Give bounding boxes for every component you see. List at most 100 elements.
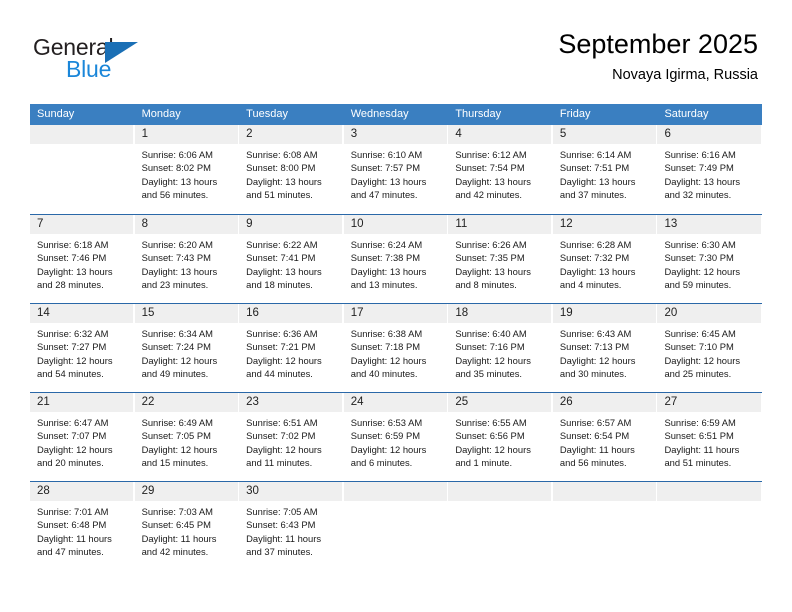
calendar-day-cell[interactable]: 8 Sunrise: 6:20 AM Sunset: 7:43 PM Daylight… [134,215,240,303]
sunset-text: Sunset: 6:56 PM [455,430,525,442]
calendar-day-cell[interactable]: 25 Sunrise: 6:55 AM Sunset: 6:56 PM Dayligh… [448,393,553,481]
calendar-day-cell[interactable]: 29 Sunrise: 7:03 AM Sunset: 6:45 PM Dayligh… [134,482,240,570]
day-details: Sunrise: 6:32 AM Sunset: 7:27 PM Daylight:… [30,323,135,380]
daylight-text-1: Daylight: 13 hours [559,265,636,277]
calendar-day-cell[interactable]: 3 Sunrise: 6:10 AM Sunset: 7:57 PM Daylight… [343,125,449,214]
sunrise-text: Sunrise: 6:14 AM [559,149,632,160]
sunrise-text: Sunrise: 6:53 AM [350,417,423,428]
calendar-day-cell[interactable]: 15 Sunrise: 6:34 AM Sunset: 7:24 PM Dayligh… [134,304,240,392]
sunrise-text: Sunrise: 6:16 AM [664,149,736,160]
calendar-day-cell[interactable]: 21 Sunrise: 6:47 AM Sunset: 7:07 PM Dayligh… [30,393,135,481]
calendar-day-cell[interactable]: 23 Sunrise: 6:51 AM Sunset: 7:02 PM Dayligh… [239,393,344,481]
calendar-day-cell[interactable]: 2 Sunrise: 6:08 AM Sunset: 8:00 PM Daylight… [239,125,344,214]
calendar-day-cell[interactable]: 5 Sunrise: 6:14 AM Sunset: 7:51 PM Daylight… [552,125,658,214]
calendar-day-cell[interactable]: 11 Sunrise: 6:26 AM Sunset: 7:35 PM Dayligh… [448,215,553,303]
calendar-week-row: 7 Sunrise: 6:18 AM Sunset: 7:46 PM Daylight… [30,214,763,303]
daylight-text-1: Daylight: 11 hours [664,443,740,455]
day-number: 12 [559,218,573,230]
day-details: Sunrise: 6:57 AM Sunset: 6:54 PM Daylight:… [553,412,658,469]
sunrise-text: Sunrise: 6:06 AM [141,149,213,160]
day-number-band: 4 [448,125,552,144]
day-number-band: 14 [30,304,134,323]
daylight-text-1: Daylight: 13 hours [559,175,636,187]
calendar-day-cell[interactable]: 4 Sunrise: 6:12 AM Sunset: 7:54 PM Daylight… [448,125,553,214]
calendar-day-cell[interactable]: 10 Sunrise: 6:24 AM Sunset: 7:38 PM Dayligh… [343,215,449,303]
day-number-band: 25 [448,393,552,412]
calendar-day-cell[interactable]: 26 Sunrise: 6:57 AM Sunset: 6:54 PM Dayligh… [552,393,658,481]
sunrise-text: Sunrise: 6:34 AM [141,328,213,339]
calendar-day-cell[interactable]: 12 Sunrise: 6:28 AM Sunset: 7:32 PM Dayligh… [552,215,658,303]
calendar-day-cell[interactable]: 6 Sunrise: 6:16 AM Sunset: 7:49 PM Daylight… [657,125,763,214]
day-details: Sunrise: 6:14 AM Sunset: 7:51 PM Daylight:… [553,144,658,201]
day-number: 22 [141,396,155,408]
sunset-text: Sunset: 7:57 PM [350,162,421,174]
day-details: Sunrise: 6:45 AM Sunset: 7:10 PM Daylight:… [657,323,762,380]
sunset-text: Sunset: 7:54 PM [455,162,525,174]
calendar-day-cell-empty [657,482,763,570]
day-number: 1 [141,128,148,140]
sunrise-text: Sunrise: 6:22 AM [246,239,318,250]
calendar-day-cell[interactable]: 19 Sunrise: 6:43 AM Sunset: 7:13 PM Dayligh… [552,304,658,392]
day-number: 20 [664,307,678,319]
day-number-band: 9 [239,215,343,234]
daylight-text-2: and 44 minutes. [246,367,313,379]
daylight-text-2: and 42 minutes. [455,188,523,200]
page-subtitle: Novaya Igirma, Russia [612,67,758,83]
daylight-text-1: Daylight: 12 hours [37,443,113,455]
calendar-page: General Blue September 2025 Novaya Igirm… [0,0,792,612]
weekday-header-friday: Friday [559,108,591,120]
calendar-day-cell[interactable]: 27 Sunrise: 6:59 AM Sunset: 6:51 PM Dayligh… [657,393,763,481]
calendar-day-cell[interactable]: 13 Sunrise: 6:30 AM Sunset: 7:30 PM Dayligh… [657,215,763,303]
day-details: Sunrise: 7:01 AM Sunset: 6:48 PM Daylight:… [30,501,135,558]
day-number: 15 [141,307,155,319]
day-number: 25 [455,396,469,408]
day-number: 30 [246,485,259,497]
sunrise-text: Sunrise: 6:45 AM [664,328,736,339]
daylight-text-2: and 37 minutes. [559,188,627,200]
day-details: Sunrise: 7:03 AM Sunset: 6:45 PM Daylight:… [135,501,240,558]
weekday-header-row: Sunday Monday Tuesday Wednesday Thursday… [30,104,762,125]
day-details: Sunrise: 6:12 AM Sunset: 7:54 PM Daylight:… [448,144,553,201]
weekday-header-monday: Monday [141,108,181,120]
daylight-text-1: Daylight: 12 hours [455,354,531,366]
day-number-band: 20 [657,304,761,323]
daylight-text-1: Daylight: 11 hours [141,532,217,544]
calendar-day-cell[interactable]: 9 Sunrise: 6:22 AM Sunset: 7:41 PM Daylight… [239,215,344,303]
daylight-text-2: and 42 minutes. [141,545,209,557]
sunset-text: Sunset: 6:54 PM [559,430,630,442]
sunset-text: Sunset: 7:51 PM [559,162,630,174]
calendar-day-cell[interactable]: 28 Sunrise: 7:01 AM Sunset: 6:48 PM Dayligh… [30,482,135,570]
sunset-text: Sunset: 7:27 PM [37,341,107,353]
daylight-text-2: and 4 minutes. [559,278,622,290]
day-number: 18 [455,307,469,319]
day-number-band: 6 [657,125,761,144]
daylight-text-2: and 8 minutes. [455,278,517,290]
day-number-band: 2 [239,125,343,144]
daylight-text-1: Daylight: 13 hours [350,175,427,187]
calendar-day-cell[interactable]: 7 Sunrise: 6:18 AM Sunset: 7:46 PM Daylight… [30,215,135,303]
daylight-text-2: and 13 minutes. [350,278,418,290]
calendar-day-cell[interactable]: 22 Sunrise: 6:49 AM Sunset: 7:05 PM Dayligh… [134,393,240,481]
daylight-text-2: and 35 minutes. [455,367,523,379]
day-details: Sunrise: 7:05 AM Sunset: 6:43 PM Daylight:… [239,501,344,558]
calendar-day-cell[interactable]: 18 Sunrise: 6:40 AM Sunset: 7:16 PM Dayligh… [448,304,553,392]
calendar-day-cell[interactable]: 16 Sunrise: 6:36 AM Sunset: 7:21 PM Dayligh… [239,304,344,392]
general-blue-logo: General Blue [33,34,233,84]
daylight-text-1: Daylight: 12 hours [455,443,531,455]
calendar-day-cell[interactable]: 1 Sunrise: 6:06 AM Sunset: 8:02 PM Daylight… [134,125,240,214]
sunset-text: Sunset: 6:43 PM [246,519,316,531]
day-number: 7 [37,218,44,230]
day-number-band: 13 [657,215,761,234]
calendar-day-cell[interactable]: 24 Sunrise: 6:53 AM Sunset: 6:59 PM Dayligh… [343,393,449,481]
sunrise-text: Sunrise: 7:01 AM [37,506,109,517]
calendar-day-cell[interactable]: 20 Sunrise: 6:45 AM Sunset: 7:10 PM Dayligh… [657,304,763,392]
calendar-day-cell[interactable]: 30 Sunrise: 7:05 AM Sunset: 6:43 PM Dayligh… [239,482,344,570]
day-number-band: 22 [134,393,238,412]
calendar-day-cell[interactable]: 17 Sunrise: 6:38 AM Sunset: 7:18 PM Dayligh… [343,304,449,392]
daylight-text-1: Daylight: 13 hours [246,265,322,277]
day-details: Sunrise: 6:49 AM Sunset: 7:05 PM Daylight:… [135,412,240,469]
daylight-text-1: Daylight: 12 hours [246,354,322,366]
daylight-text-1: Daylight: 13 hours [455,265,531,277]
sunset-text: Sunset: 7:24 PM [141,341,211,353]
calendar-day-cell[interactable]: 14 Sunrise: 6:32 AM Sunset: 7:27 PM Dayligh… [30,304,135,392]
